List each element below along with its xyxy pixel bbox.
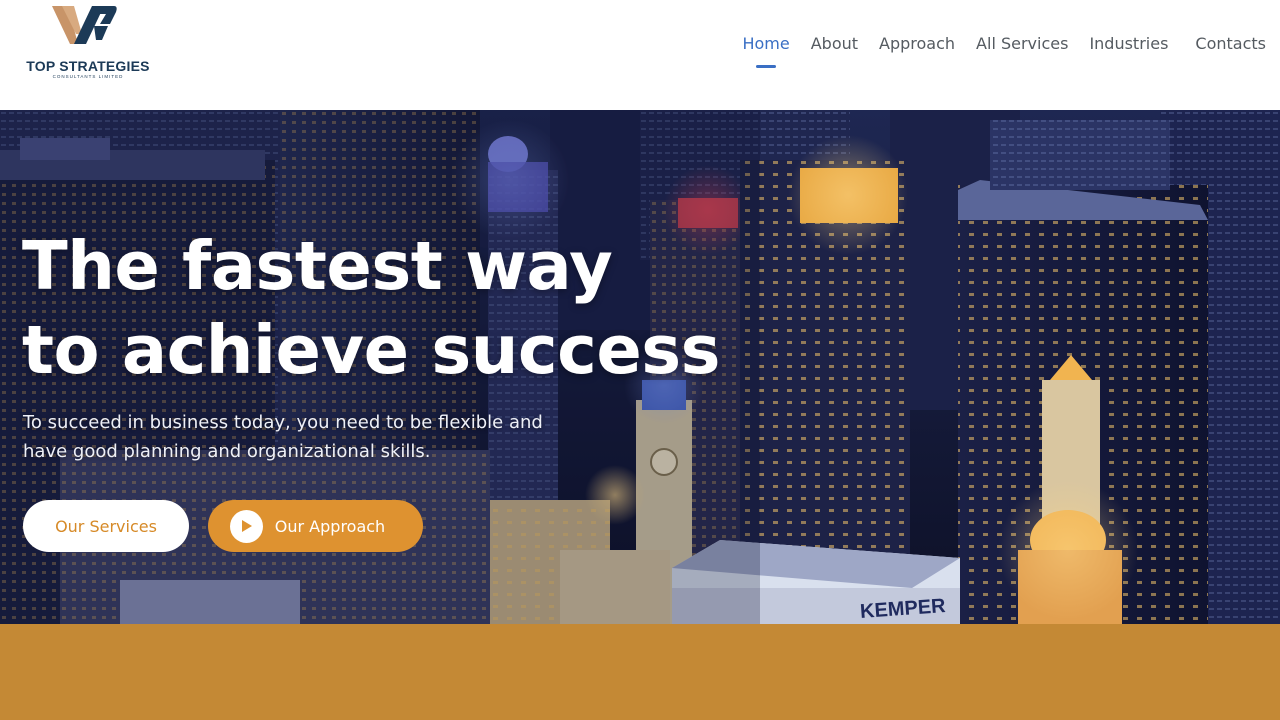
our-services-button[interactable]: Our Services bbox=[23, 500, 189, 552]
nav-all-services[interactable]: All Services bbox=[976, 34, 1068, 58]
main-nav: Home About Approach All Services Industr… bbox=[721, 34, 1266, 58]
play-icon bbox=[229, 509, 263, 543]
logo-mark-icon bbox=[52, 6, 117, 44]
our-approach-button[interactable]: Our Approach bbox=[208, 500, 423, 552]
headline-line-1: The fastest way bbox=[22, 227, 613, 305]
subtitle-line-1: To succeed in business today, you need t… bbox=[23, 412, 543, 433]
brand-tagline: CONSULTANTS LIMITED bbox=[52, 74, 124, 79]
nav-about[interactable]: About bbox=[811, 34, 858, 58]
site-header: TOP STRATEGIES CONSULTANTS LIMITED Home … bbox=[0, 0, 1280, 110]
nav-approach[interactable]: Approach bbox=[879, 34, 955, 58]
nav-home[interactable]: Home bbox=[742, 34, 789, 58]
hero-section: KEMPER The fastest way to achieve succes… bbox=[0, 110, 1280, 624]
our-services-label: Our Services bbox=[55, 516, 157, 536]
our-approach-label: Our Approach bbox=[274, 516, 386, 536]
accent-band bbox=[0, 624, 1280, 720]
brand-name: TOP STRATEGIES bbox=[26, 58, 150, 74]
headline-line-2: to achieve success bbox=[22, 311, 721, 389]
nav-contacts[interactable]: Contacts bbox=[1195, 34, 1266, 58]
hero-headline: The fastest way to achieve success bbox=[22, 224, 721, 392]
nav-industries[interactable]: Industries bbox=[1089, 34, 1168, 58]
logo[interactable]: TOP STRATEGIES CONSULTANTS LIMITED bbox=[22, 2, 154, 82]
subtitle-line-2: have good planning and organizational sk… bbox=[23, 441, 431, 462]
hero-subtitle: To succeed in business today, you need t… bbox=[23, 408, 643, 466]
